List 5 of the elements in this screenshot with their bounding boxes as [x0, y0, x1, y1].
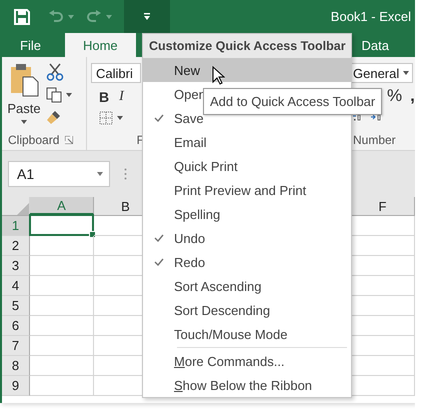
group-label: Number	[353, 133, 396, 147]
menu-title: Customize Quick Access Toolbar	[143, 34, 351, 58]
group-label: Clipboard	[8, 133, 60, 147]
window-title: Book1 - Excel	[330, 9, 411, 24]
tooltip: Add to Quick Access Toolbar	[203, 88, 382, 115]
